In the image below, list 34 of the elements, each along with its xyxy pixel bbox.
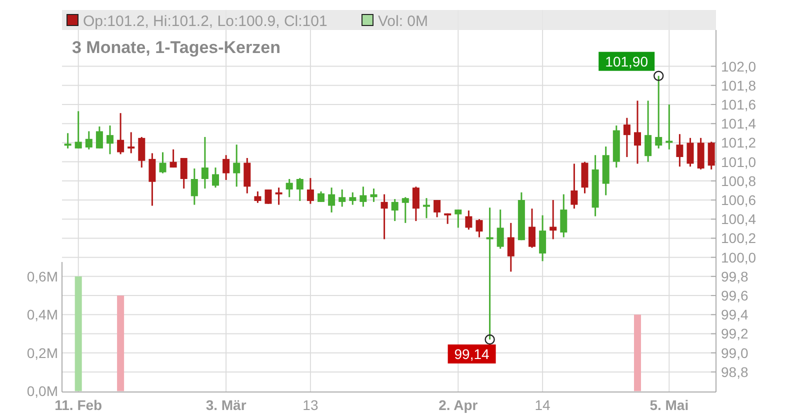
price-axis-label: 99,8 [721,268,748,284]
annotation: 101,90 [605,53,648,70]
price-axis-label: 99,4 [721,306,748,323]
volume-axis-label: 0,6M [26,268,58,284]
volume-axis-label: 0,2M [26,344,58,361]
price-axis-label: 100,4 [721,211,756,228]
legend-label: Op:101.2, Hi:101.2, Lo:100.9, Cl:101 [83,13,328,30]
price-axis-label: 101,0 [721,154,756,170]
time-axis-label: 11. Feb [54,397,102,413]
price-axis-label: 100,0 [721,249,756,266]
time-axis-label: 3. Mär [206,397,246,413]
time-axis-label: 13 [302,397,318,413]
volume-axis-label: 0,4M [26,306,58,323]
price-axis-label: 101,4 [721,116,756,132]
legend-label: Vol: 0M [378,13,428,30]
time-axis-label: 2. Apr [438,397,478,413]
time-axis-label: 14 [534,397,550,413]
volume-axis-label: 0,0M [26,383,58,400]
price-axis-label: 99,2 [721,326,748,342]
price-axis-label: 102,0 [721,58,756,74]
price-axis-label: 101,8 [721,77,756,94]
price-label: 99,14 [448,344,496,364]
price-label: 101,90 [598,52,655,71]
price-axis-label: 99,0 [721,344,748,361]
price-axis-label: 101,6 [721,96,756,112]
price-axis-label: 100,8 [721,172,756,189]
price-axis-label: 99,6 [721,288,748,304]
chart-title: 3 Monate, 1-Tages-Kerzen [72,38,280,57]
price-axis-label: 100,2 [721,230,756,246]
price-axis-label: 98,8 [721,364,748,380]
price-axis-label: 101,2 [721,134,756,151]
price-axis-label: 100,6 [721,192,756,208]
annotation: 99,14 [454,346,490,362]
time-axis-label: 5. Mai [650,397,689,413]
